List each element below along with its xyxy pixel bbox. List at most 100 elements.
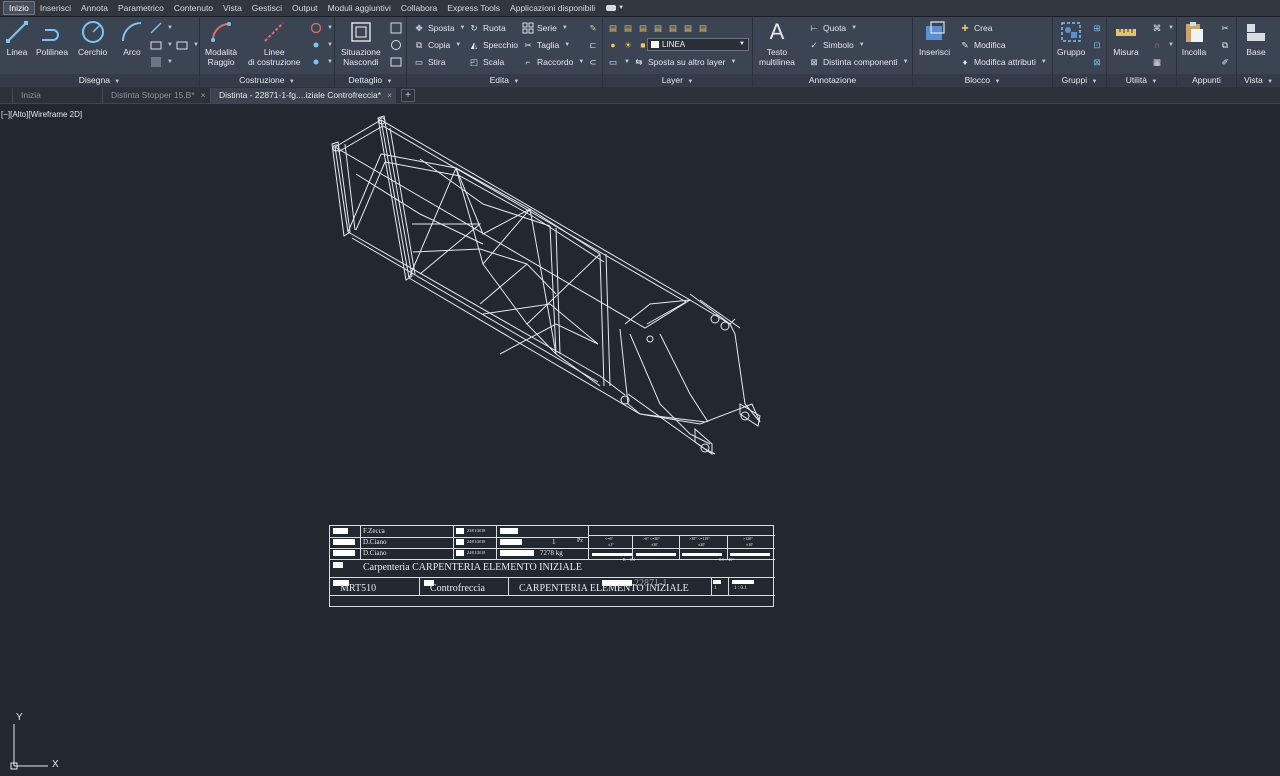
multiline-text-button[interactable]: A Testo multilinea bbox=[759, 19, 795, 68]
mirror-button[interactable]: ◭ Specchio bbox=[468, 38, 518, 52]
tab-collabora[interactable]: Collabora bbox=[396, 1, 442, 16]
arc-button[interactable]: Arco bbox=[119, 19, 145, 57]
move-label: Sposta bbox=[428, 23, 455, 33]
close-icon[interactable]: × bbox=[201, 90, 206, 100]
edit-extra-3[interactable]: ⊂ bbox=[587, 55, 599, 69]
edit-attributes-button[interactable]: ♦ Modifica attributi ▼ bbox=[959, 55, 1047, 69]
measure-button[interactable]: Misura bbox=[1113, 19, 1139, 57]
array-button[interactable]: Serie ▼ bbox=[522, 21, 568, 35]
panel-footer-annotazione[interactable]: Annotazione bbox=[753, 74, 912, 87]
new-tab-button[interactable]: + bbox=[401, 89, 415, 102]
match-properties-button[interactable]: ✐ bbox=[1219, 55, 1231, 69]
doc-tab-inizia[interactable]: Inizia bbox=[12, 88, 102, 103]
redaction-bar bbox=[500, 528, 518, 534]
fillet-button[interactable]: ⌐ Raccordo ▼ bbox=[522, 55, 585, 69]
doc-tab-distinta-stopper[interactable]: Distinta Stopper 15.B* × bbox=[102, 88, 210, 103]
tab-contenuto[interactable]: Contenuto bbox=[169, 1, 218, 16]
group-button[interactable]: Gruppo bbox=[1057, 19, 1085, 57]
tab-parametrico[interactable]: Parametrico bbox=[113, 1, 169, 16]
tb-quantity: 1 bbox=[552, 538, 556, 546]
tab-inizio[interactable]: Inizio bbox=[3, 1, 35, 15]
edit-extra-1[interactable]: ✎ bbox=[587, 21, 599, 35]
panel-dettaglio: Situazione Nascondi Dettaglio ▼ bbox=[335, 17, 407, 87]
bom-button[interactable]: ⊠ Distinta componenti ▼ bbox=[808, 55, 908, 69]
rotate-button[interactable]: ↻ Ruota bbox=[468, 21, 505, 35]
ungroup-button[interactable]: ⊞ bbox=[1091, 21, 1103, 35]
detail-tool-3[interactable] bbox=[390, 55, 402, 69]
symbol-button[interactable]: ✓ Simbolo ▼ bbox=[808, 38, 864, 52]
tab-applicazioni-disponibili[interactable]: Applicazioni disponibili bbox=[505, 1, 600, 16]
panel-title-edita: Edita bbox=[489, 75, 510, 85]
constr-tool-3[interactable]: ▼ bbox=[310, 55, 333, 69]
tab-annota[interactable]: Annota bbox=[76, 1, 113, 16]
redaction-bar bbox=[732, 580, 754, 584]
paste-button[interactable]: Incolla bbox=[1181, 19, 1207, 57]
tb-tol-note-1: R = 0.4 bbox=[623, 557, 635, 562]
panel-footer-utilita[interactable]: Utilità ▼ bbox=[1107, 74, 1176, 87]
insert-block-button[interactable]: Inserisci bbox=[919, 19, 950, 57]
panel-footer-gruppi[interactable]: Gruppi ▼ bbox=[1053, 74, 1106, 87]
layer-state-icons[interactable]: ● ☀ ■ bbox=[607, 38, 649, 52]
bom-icon: ⊠ bbox=[810, 56, 818, 67]
group-select-button[interactable]: ⊠ bbox=[1091, 55, 1103, 69]
tab-inserisci[interactable]: Inserisci bbox=[35, 1, 76, 16]
tab-gestisci[interactable]: Gestisci bbox=[247, 1, 287, 16]
drawing-canvas[interactable]: [−][Alto][Wireframe 2D] F.Zecca D.Ciano … bbox=[0, 104, 1280, 776]
stretch-button[interactable]: ▭ Stira bbox=[413, 55, 446, 69]
id-point-button[interactable]: ∩ ▼ bbox=[1151, 38, 1174, 52]
constr-tool-1[interactable]: ▼ bbox=[310, 21, 333, 35]
constr-tool-2[interactable]: ▼ bbox=[310, 38, 333, 52]
panel-title-costruzione: Costruzione bbox=[239, 75, 285, 85]
quick-select-button[interactable]: ⌘ ▼ bbox=[1151, 21, 1174, 35]
create-block-button[interactable]: ✚ Crea bbox=[959, 21, 992, 35]
detail-tool-1[interactable] bbox=[390, 21, 402, 35]
doc-tab-distinta-active[interactable]: Distinta - 22871-1-fg....iziale Controfr… bbox=[210, 88, 396, 103]
construction-lines-button[interactable]: Linee di costruzione bbox=[248, 19, 300, 67]
panel-footer-dettaglio[interactable]: Dettaglio ▼ bbox=[335, 74, 406, 87]
dimension-button[interactable]: ⊢ Quota ▼ bbox=[808, 21, 857, 35]
panel-footer-layer[interactable]: Layer ▼ bbox=[603, 74, 752, 87]
copy-clip-button[interactable]: ⧉ bbox=[1219, 38, 1231, 52]
close-icon[interactable]: × bbox=[387, 90, 392, 100]
group-edit-button[interactable]: ⊡ bbox=[1091, 38, 1103, 52]
line-button[interactable]: Linea bbox=[4, 19, 30, 57]
cut-button[interactable]: ✂ bbox=[1219, 21, 1231, 35]
panel-footer-disegna[interactable]: Disegna ▼ bbox=[0, 74, 199, 87]
tb-scale: 1 : 0.1 bbox=[734, 586, 747, 591]
move-button[interactable]: ✥ Sposta ▼ bbox=[413, 21, 465, 35]
trim-button[interactable]: ✂ Taglia ▼ bbox=[522, 38, 570, 52]
draw-tools-row-2[interactable]: ▼ ▼ bbox=[150, 38, 199, 52]
calculator-button[interactable]: ▦ bbox=[1151, 55, 1163, 69]
layer-tools-row[interactable]: ▤ ▤ ▤ ▤ ▤ ▤ ▤ bbox=[607, 21, 709, 35]
ribbon-minimize-toggle[interactable]: ▼ bbox=[606, 5, 624, 11]
tab-moduli-aggiuntivi[interactable]: Moduli aggiuntivi bbox=[323, 1, 396, 16]
detail-tool-2[interactable] bbox=[390, 38, 402, 52]
line-icon bbox=[4, 19, 30, 45]
panel-footer-vista[interactable]: Vista ▼ bbox=[1237, 74, 1280, 87]
draw-tools-row-1[interactable]: ▼ bbox=[150, 21, 173, 35]
panel-footer-appunti[interactable]: Appunti bbox=[1177, 74, 1236, 87]
tab-output[interactable]: Output bbox=[287, 1, 323, 16]
dimension-label: Quota bbox=[823, 23, 847, 33]
layer-dropdown[interactable]: LINEA ▼ bbox=[647, 38, 749, 51]
circle-button[interactable]: Cerchio bbox=[78, 19, 107, 57]
base-view-button[interactable]: Base bbox=[1243, 19, 1269, 57]
layer-off-icon: ▤ bbox=[623, 22, 633, 33]
panel-costruzione: Modalità Raggio Linee di costruzione ▼ ▼… bbox=[200, 17, 335, 87]
truss-wireframe-drawing bbox=[331, 115, 761, 455]
panel-footer-blocco[interactable]: Blocco ▼ bbox=[913, 74, 1052, 87]
polyline-button[interactable]: Polilinea bbox=[36, 19, 68, 57]
situation-hide-button[interactable]: Situazione Nascondi bbox=[341, 19, 381, 67]
panel-footer-edita[interactable]: Edita ▼ bbox=[407, 74, 602, 87]
panel-footer-costruzione[interactable]: Costruzione ▼ bbox=[200, 74, 334, 87]
edit-block-button[interactable]: ✎ Modifica bbox=[959, 38, 1005, 52]
tb-drawing-number: 22871-1 bbox=[634, 578, 668, 589]
scale-button[interactable]: ◰ Scala bbox=[468, 55, 504, 69]
move-to-layer-button[interactable]: ▭ ▼ ⇆ Sposta su altro layer ▼ bbox=[607, 55, 736, 69]
tab-vista[interactable]: Vista bbox=[218, 1, 247, 16]
edit-extra-2[interactable]: ⊏ bbox=[587, 38, 599, 52]
tab-express-tools[interactable]: Express Tools bbox=[442, 1, 505, 16]
radius-mode-button[interactable]: Modalità Raggio bbox=[205, 19, 237, 67]
draw-tools-row-3[interactable]: ▼ bbox=[150, 55, 173, 69]
copy-button[interactable]: ⧉ Copia ▼ bbox=[413, 38, 461, 52]
